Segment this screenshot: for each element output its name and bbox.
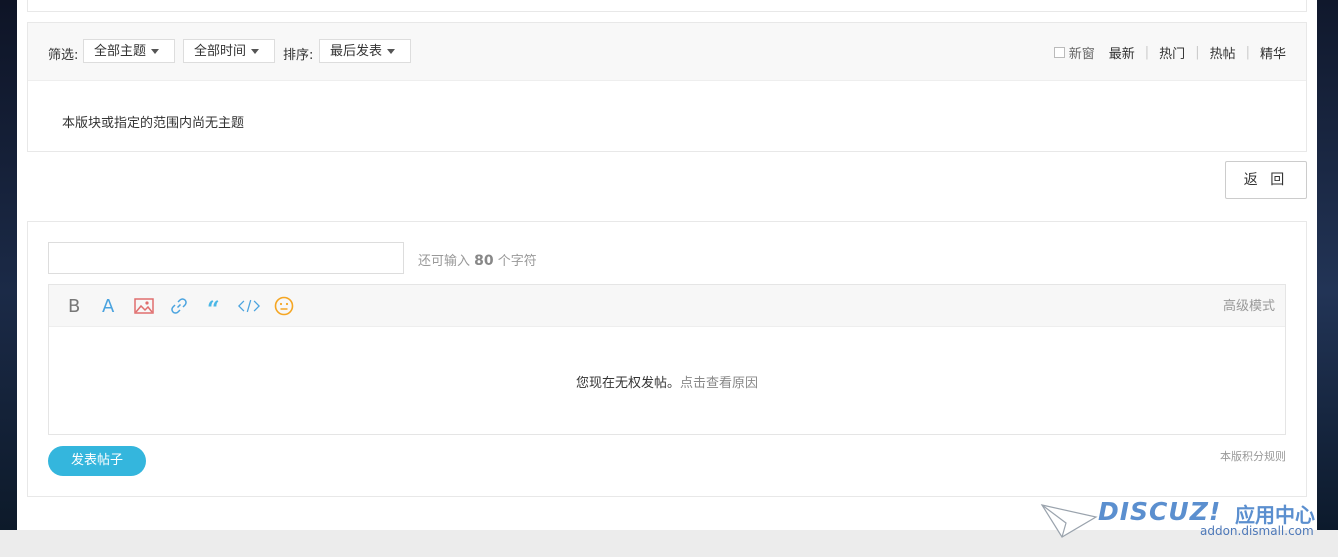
sort-label: 排序: <box>283 48 314 63</box>
quote-icon[interactable]: “ <box>203 295 225 317</box>
tab-separator: | <box>1144 45 1150 60</box>
tab-latest[interactable]: 最新 <box>1109 43 1135 62</box>
caret-down-icon <box>251 49 260 54</box>
emoji-icon[interactable] <box>273 295 295 317</box>
code-icon[interactable] <box>238 295 260 317</box>
advanced-mode-link[interactable]: 高级模式 <box>1223 295 1275 314</box>
thread-tabs: 新窗 最新 | 热门 | 热帖 | 精华 <box>1053 43 1286 62</box>
char-count-hint: 还可输入 80 个字符 <box>418 250 537 269</box>
paper-plane-icon <box>1040 504 1098 538</box>
tab-hot[interactable]: 热门 <box>1159 43 1185 62</box>
watermark-url: addon.dismall.com <box>1200 524 1314 538</box>
no-permission-text: 您现在无权发帖。 <box>575 376 680 391</box>
tab-separator: | <box>1195 45 1200 60</box>
new-window-checkbox[interactable] <box>1053 47 1065 58</box>
credit-rules-link[interactable]: 本版积分规则 <box>1220 448 1286 464</box>
empty-list-message: 本版块或指定的范围内尚无主题 <box>62 116 245 131</box>
time-filter-value: 全部时间 <box>194 44 247 59</box>
watermark-logo: DISCUZ! 应用中心 addon.dismall.com <box>1040 495 1330 545</box>
sort-dropdown[interactable]: 最后发表 <box>319 39 411 63</box>
background-right <box>1317 0 1338 530</box>
time-filter-dropdown[interactable]: 全部时间 <box>183 39 275 63</box>
topic-filter-value: 全部主题 <box>94 44 147 59</box>
bold-icon[interactable]: B <box>63 295 85 317</box>
svg-text:“: “ <box>207 297 220 315</box>
title-input[interactable] <box>48 242 404 274</box>
quick-post-form: 还可输入 80 个字符 B A “ 高级模式 您现在无权发帖。点击查看原因 发表… <box>27 221 1307 497</box>
topic-filter-dropdown[interactable]: 全部主题 <box>83 39 175 63</box>
post-editor: B A “ 高级模式 您现在无权发帖。点击查看原因 <box>48 284 1286 435</box>
tab-hot-threads[interactable]: 热帖 <box>1210 43 1236 62</box>
image-icon[interactable] <box>133 295 155 317</box>
new-window-label[interactable]: 新窗 <box>1069 43 1095 62</box>
svg-text:A: A <box>102 297 115 315</box>
return-button[interactable]: 返 回 <box>1225 161 1307 199</box>
char-hint-suffix: 个字符 <box>497 254 537 269</box>
svg-text:B: B <box>68 297 80 315</box>
char-hint-prefix: 还可输入 <box>418 254 471 269</box>
tab-separator: | <box>1245 45 1250 60</box>
caret-down-icon <box>387 49 396 54</box>
thread-list: 筛选: 全部主题 全部时间 排序: 最后发表 新窗 最新 | 热门 | 热帖 |… <box>27 22 1307 152</box>
submit-post-button[interactable]: 发表帖子 <box>48 446 146 476</box>
tab-digest[interactable]: 精华 <box>1260 43 1286 62</box>
forum-content: 筛选: 全部主题 全部时间 排序: 最后发表 新窗 最新 | 热门 | 热帖 |… <box>17 0 1317 530</box>
filter-label: 筛选: <box>48 48 79 63</box>
link-icon[interactable] <box>168 295 190 317</box>
view-reason-link[interactable]: 点击查看原因 <box>680 376 758 391</box>
sort-value: 最后发表 <box>330 44 383 59</box>
filter-bar: 筛选: 全部主题 全部时间 排序: 最后发表 新窗 最新 | 热门 | 热帖 |… <box>28 23 1306 81</box>
caret-down-icon <box>151 49 160 54</box>
no-permission-notice: 您现在无权发帖。点击查看原因 <box>49 372 1285 391</box>
watermark-logo-text: DISCUZ! <box>1098 497 1222 526</box>
font-color-icon[interactable]: A <box>98 295 120 317</box>
char-count-value: 80 <box>474 253 494 269</box>
header-box-bottom <box>27 0 1307 12</box>
editor-toolbar: B A “ 高级模式 <box>49 285 1285 327</box>
background-left <box>0 0 17 530</box>
